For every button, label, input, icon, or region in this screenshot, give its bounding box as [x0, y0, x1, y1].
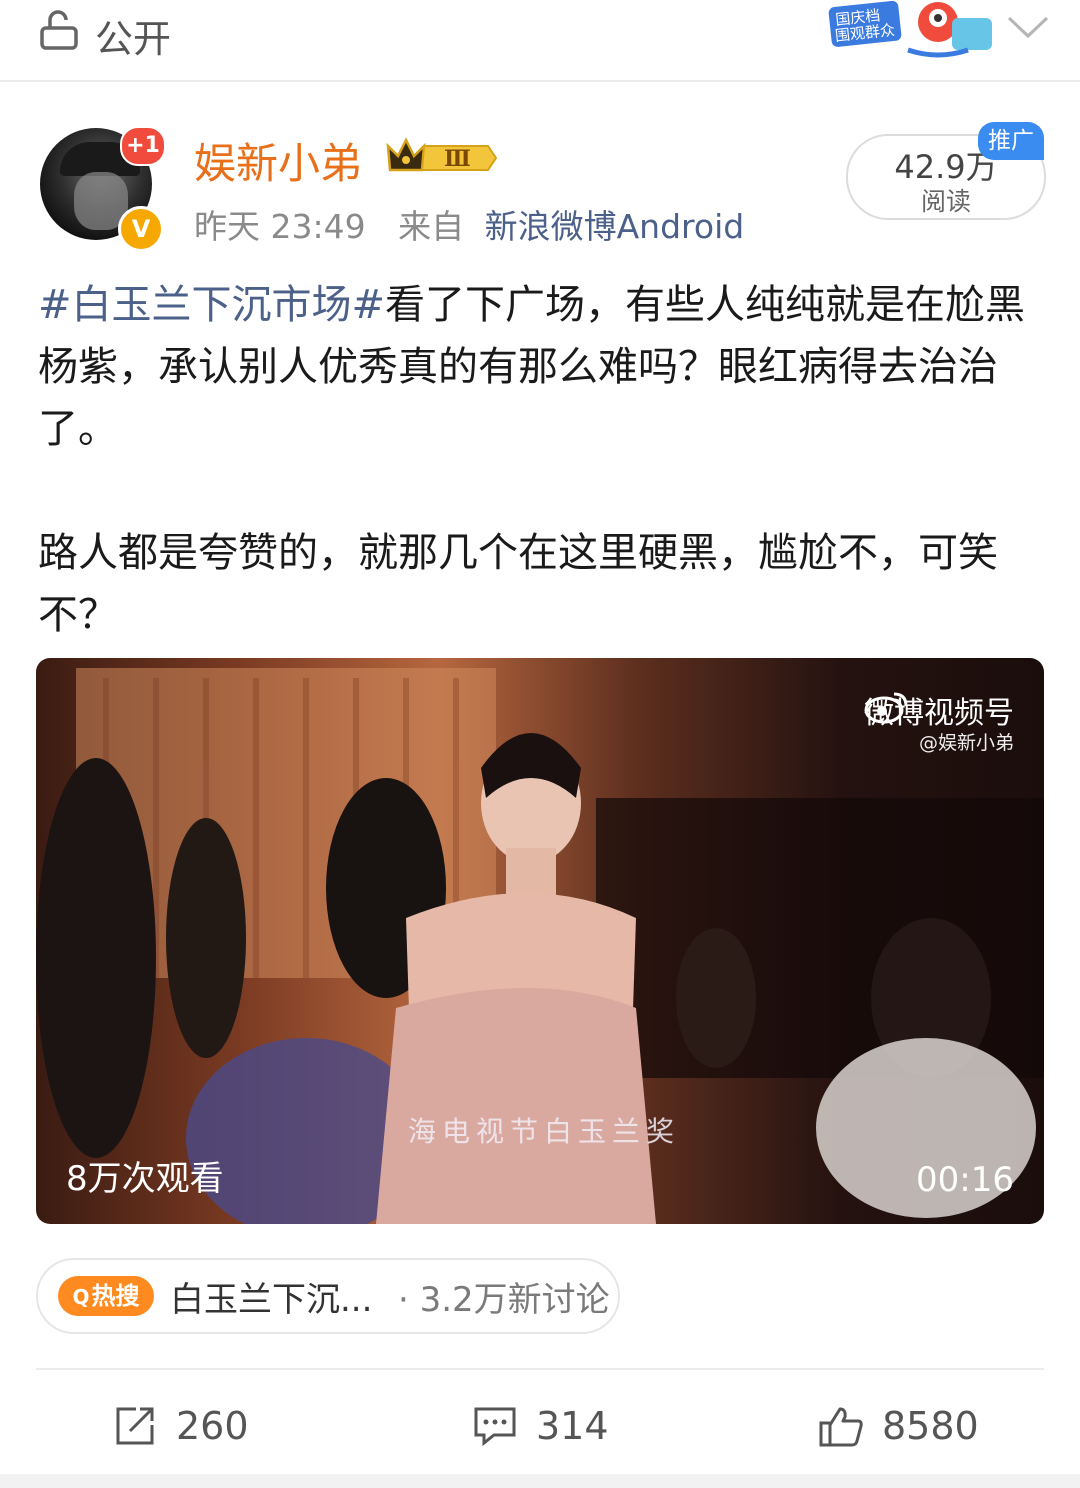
- hot-search-title: 白玉兰下沉...: [170, 1280, 373, 1320]
- bottom-strip: [0, 1474, 1080, 1488]
- action-divider: [36, 1368, 1044, 1370]
- repost-button[interactable]: 260: [112, 1398, 249, 1454]
- national-day-promo-sticker[interactable]: 国庆档 围观群众: [828, 0, 998, 62]
- hot-search-tag: Q热搜: [58, 1276, 154, 1316]
- video-watermark-handle: @娱新小弟: [918, 732, 1014, 754]
- video-player[interactable]: 微博视频号 @娱新小弟 海电视节白玉兰奖 8万次观看 00:16: [36, 658, 1044, 1224]
- video-caption: 海电视节白玉兰奖: [408, 1115, 681, 1148]
- comment-count: 314: [536, 1404, 609, 1448]
- post-paragraph-1: #白玉兰下沉市场#看了下广场，有些人纯纯就是在尬黑杨紫，承认别人优秀真的有那么难…: [38, 274, 1048, 460]
- post-meta: 昨天 23:49 来自 新浪微博Android: [194, 200, 744, 248]
- post-text: #白玉兰下沉市场#看了下广场，有些人纯纯就是在尬黑杨紫，承认别人优秀真的有那么难…: [38, 274, 1048, 646]
- hashtag-link[interactable]: #白玉兰下沉市场#: [38, 282, 385, 328]
- video-view-count: 8万次观看: [66, 1159, 224, 1199]
- chevron-down-icon[interactable]: [1005, 12, 1051, 42]
- post-paragraph-2: 路人都是夸赞的，就那几个在这里硬黑，尴尬不，可笑不？: [38, 530, 998, 638]
- hot-search-chip[interactable]: Q热搜 白玉兰下沉... · 3.2万新讨论: [36, 1258, 620, 1334]
- read-label: 阅读: [920, 187, 971, 216]
- verified-icon: V: [118, 206, 164, 252]
- visibility-label[interactable]: 公开: [95, 8, 171, 63]
- weibo-logo-icon: [864, 692, 908, 724]
- repost-icon: [116, 1407, 154, 1445]
- post-source[interactable]: 新浪微博Android: [485, 207, 745, 246]
- repost-count: 260: [176, 1404, 249, 1448]
- post-time: 昨天 23:49: [194, 207, 366, 246]
- new-content-badge: +1: [120, 126, 166, 166]
- search-icon: Q: [72, 1285, 90, 1309]
- comment-button[interactable]: 314: [472, 1398, 609, 1454]
- thumbs-up-icon: [819, 1407, 863, 1447]
- source-prefix: 来自: [398, 207, 465, 246]
- vip-level: Ⅲ: [444, 146, 471, 172]
- like-count: 8580: [882, 1404, 979, 1448]
- top-bar: 公开 国庆档 围观群众: [0, 0, 1080, 82]
- video-brand: 微博视频号: [864, 688, 1014, 732]
- vip-crown-icon: Ⅲ: [386, 137, 498, 172]
- hot-search-meta: · 3.2万新讨论: [398, 1280, 610, 1320]
- video-duration: 00:16: [916, 1160, 1014, 1200]
- promoted-tag: 推广: [978, 122, 1044, 160]
- like-button[interactable]: 8580: [818, 1398, 979, 1454]
- username[interactable]: 娱新小弟: [194, 130, 362, 191]
- lock-open-icon: [40, 10, 78, 50]
- hot-search-tag-label: 热搜: [91, 1282, 140, 1310]
- comment-icon: [474, 1407, 516, 1447]
